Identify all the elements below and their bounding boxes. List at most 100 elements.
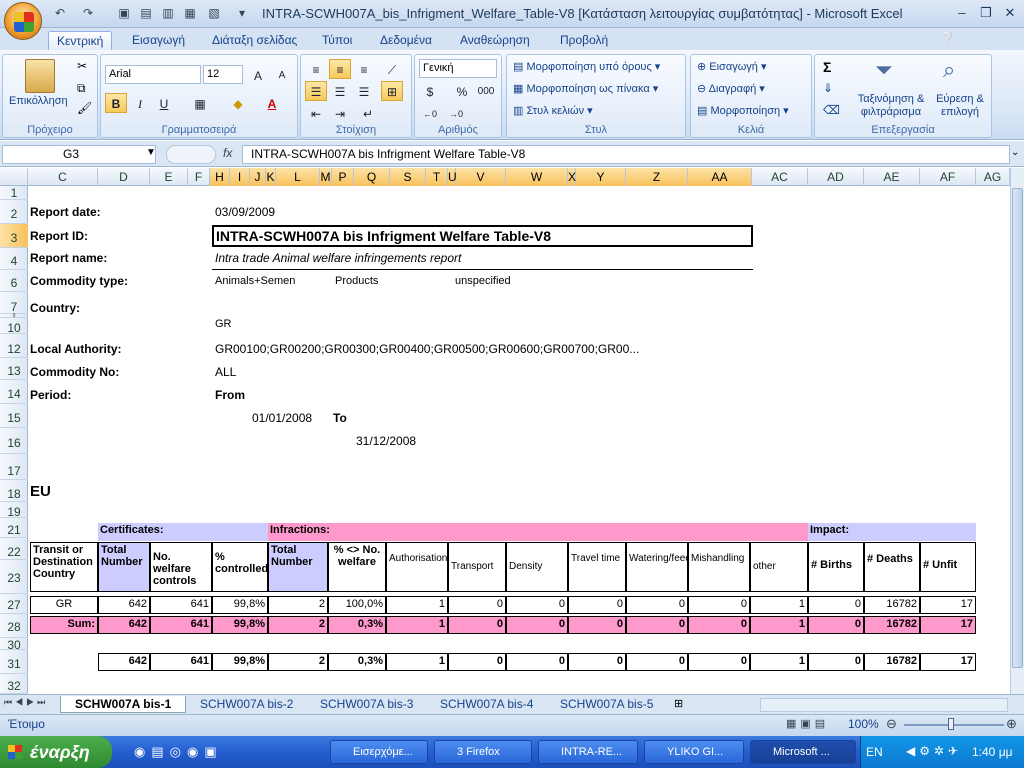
format-cells-button[interactable]: ▤ Μορφοποίηση ▾ — [697, 104, 789, 117]
open-icon[interactable]: ▥ — [160, 5, 176, 21]
row-header[interactable]: 28 — [0, 614, 28, 638]
row-header[interactable]: 3 — [0, 224, 28, 248]
row-header[interactable]: 1 — [0, 186, 28, 200]
merge-center-icon[interactable]: ⊞ — [381, 81, 403, 101]
column-header[interactable]: S — [390, 168, 426, 186]
column-header[interactable]: AF — [920, 168, 976, 186]
cut-icon[interactable]: ✂ — [77, 59, 87, 73]
zoom-out-icon[interactable]: ⊖ — [886, 716, 897, 732]
report-id-cell-selected[interactable]: INTRA-SCWH007A bis Infrigment Welfare Ta… — [212, 225, 753, 247]
print-preview-icon[interactable]: ▤ — [138, 5, 154, 21]
increase-decimal-icon[interactable]: ←0 — [419, 103, 441, 123]
tray-icons[interactable]: ◀⚙✲✈ — [906, 744, 962, 758]
minimize-icon[interactable]: – — [950, 4, 974, 22]
taskbar-item-mail[interactable]: Εισερχόμε... — [330, 740, 428, 764]
horizontal-scrollbar[interactable] — [760, 698, 1008, 712]
row-header[interactable]: 14 — [0, 380, 28, 404]
sort-filter-button[interactable]: Ταξινόμηση & φιλτράρισμα — [853, 93, 929, 119]
wrap-text-icon[interactable]: ↵ — [357, 103, 379, 123]
clear-icon[interactable]: ⌫ — [823, 103, 840, 117]
close-icon[interactable]: ✕ — [998, 4, 1022, 22]
column-header[interactable]: Z — [626, 168, 688, 186]
row-header[interactable]: 27 — [0, 594, 28, 614]
tab-view[interactable]: Προβολή — [552, 31, 616, 50]
fill-color-icon[interactable]: ◆ — [227, 93, 249, 113]
column-header[interactable]: AA — [688, 168, 752, 186]
underline-button[interactable]: U — [153, 93, 175, 113]
copy-icon[interactable]: ▦ — [182, 5, 198, 21]
select-all-corner[interactable] — [0, 168, 28, 186]
column-header[interactable]: M — [320, 168, 332, 186]
zoom-level[interactable]: 100% — [848, 717, 879, 731]
row-header[interactable]: 19 — [0, 502, 28, 519]
save-icon[interactable]: ▣ — [116, 5, 132, 21]
font-name-select[interactable]: Arial — [105, 65, 201, 84]
grow-font-icon[interactable]: A — [247, 65, 269, 85]
thousands-button[interactable]: 000 — [475, 81, 497, 101]
column-header[interactable]: J — [250, 168, 266, 186]
worksheet[interactable]: Report date: 03/09/2009 Report ID: INTRA… — [28, 186, 1010, 694]
percent-button[interactable]: % — [451, 81, 473, 101]
sheet-tab-5[interactable]: SCHW007A bis-5 — [546, 696, 667, 713]
tab-review[interactable]: Αναθεώρηση — [452, 31, 538, 50]
vertical-scrollbar[interactable] — [1010, 168, 1024, 694]
number-format-select[interactable]: Γενική — [419, 59, 497, 78]
align-top-icon[interactable]: ≡ — [305, 59, 327, 79]
view-buttons-icon[interactable]: ▦▣▤ — [786, 717, 829, 730]
find-select-button[interactable]: Εύρεση & επιλογή — [931, 93, 989, 119]
column-header[interactable]: F — [188, 168, 210, 186]
column-header[interactable]: V — [456, 168, 506, 186]
font-color-icon[interactable]: A — [261, 93, 283, 113]
formula-input[interactable]: INTRA-SCWH007A bis Infrigment Welfare Ta… — [242, 145, 1010, 164]
column-header[interactable]: U — [448, 168, 457, 186]
name-box-dropdown-icon[interactable]: ▼ — [146, 147, 156, 158]
print-icon[interactable]: ▧ — [206, 5, 222, 21]
row-header[interactable]: 4 — [0, 248, 28, 270]
align-center-icon[interactable]: ☰ — [329, 81, 351, 101]
row-header[interactable]: 13 — [0, 358, 28, 380]
font-size-select[interactable]: 12 — [203, 65, 243, 84]
taskbar-item-yliko[interactable]: YLIKO GI... — [644, 740, 744, 764]
tab-insert[interactable]: Εισαγωγή — [124, 31, 193, 50]
fill-icon[interactable]: ⇓ — [823, 81, 833, 95]
sheet-tab-2[interactable]: SCHW007A bis-2 — [186, 696, 307, 713]
taskbar-item-firefox[interactable]: 3 Firefox — [434, 740, 532, 764]
column-header[interactable]: I — [230, 168, 250, 186]
row-header[interactable]: 17 — [0, 454, 28, 480]
language-indicator[interactable]: EN — [866, 745, 883, 759]
tab-page-layout[interactable]: Διάταξη σελίδας — [204, 31, 305, 50]
tab-data[interactable]: Δεδομένα — [372, 31, 440, 50]
insert-cells-button[interactable]: ⊕ Εισαγωγή ▾ — [697, 60, 767, 73]
column-header[interactable]: AG — [976, 168, 1010, 186]
row-header[interactable]: 30 — [0, 638, 28, 652]
decrease-indent-icon[interactable]: ⇤ — [305, 103, 327, 123]
orientation-icon[interactable]: ⟋ — [381, 59, 403, 79]
column-header[interactable]: H — [210, 168, 230, 186]
column-header[interactable]: L — [276, 168, 320, 186]
row-header[interactable]: 7 — [0, 292, 28, 314]
paste-button[interactable]: Επικόλληση — [9, 95, 68, 107]
zoom-slider[interactable] — [904, 724, 1004, 726]
italic-button[interactable]: I — [129, 93, 151, 113]
column-header[interactable]: T — [426, 168, 448, 186]
row-header[interactable]: 22 — [0, 538, 28, 560]
taskbar-item-excel[interactable]: Microsoft ... — [750, 740, 856, 764]
row-header[interactable]: 10 — [0, 318, 28, 335]
column-header[interactable]: AD — [808, 168, 864, 186]
row-header[interactable]: 2 — [0, 200, 28, 224]
format-painter-icon[interactable]: 🖌 — [77, 101, 92, 115]
restore-icon[interactable]: ❐ — [974, 4, 998, 22]
help-icon[interactable]: ❔ — [940, 31, 956, 47]
paste-icon[interactable] — [25, 59, 55, 93]
row-header[interactable]: 21 — [0, 518, 28, 538]
insert-sheet-icon[interactable]: ⊞ — [674, 697, 683, 710]
delete-cells-button[interactable]: ⊖ Διαγραφή ▾ — [697, 82, 765, 95]
row-header[interactable]: 6 — [0, 270, 28, 292]
expand-formula-icon[interactable]: ⌄ — [1011, 147, 1019, 158]
row-header[interactable]: 15 — [0, 404, 28, 428]
column-header[interactable]: Y — [576, 168, 626, 186]
tab-home[interactable]: Κεντρική — [48, 31, 113, 50]
row-header[interactable]: 18 — [0, 480, 28, 502]
align-left-icon[interactable]: ☰ — [305, 81, 327, 101]
column-header[interactable]: D — [98, 168, 150, 186]
